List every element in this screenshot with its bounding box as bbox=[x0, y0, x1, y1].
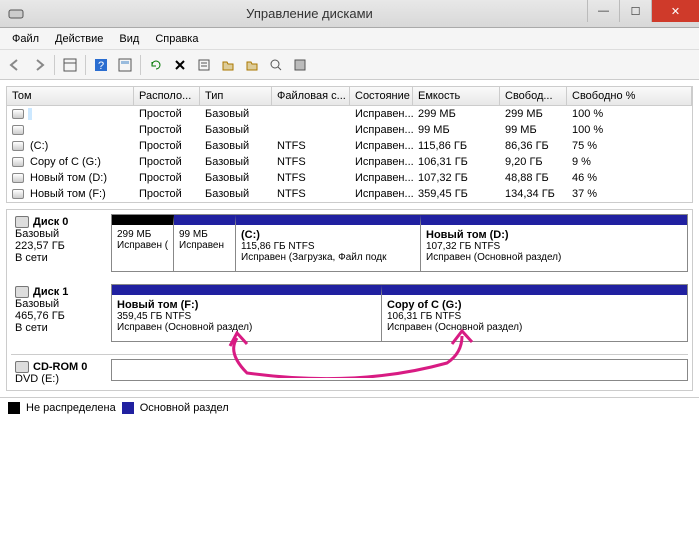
window-title: Управление дисками bbox=[32, 6, 587, 21]
table-row[interactable]: Copy of C (G:)ПростойБазовыйNTFSИсправен… bbox=[7, 154, 692, 170]
menu-file[interactable]: Файл bbox=[4, 31, 47, 47]
col-capacity[interactable]: Емкость bbox=[413, 87, 500, 105]
cdrom-row: CD-ROM 0 DVD (E:) bbox=[11, 354, 688, 387]
col-status[interactable]: Состояние bbox=[350, 87, 413, 105]
disk-row-0: Диск 0 Базовый 223,57 ГБ В сети 299 МБ И… bbox=[11, 214, 688, 272]
console-button[interactable] bbox=[114, 54, 136, 76]
open-button[interactable] bbox=[217, 54, 239, 76]
help-button[interactable]: ? bbox=[90, 54, 112, 76]
settings-button[interactable] bbox=[289, 54, 311, 76]
legend-primary-icon bbox=[122, 402, 134, 414]
volume-list: Том Располо... Тип Файловая с... Состоян… bbox=[6, 86, 693, 203]
table-row[interactable]: ПростойБазовыйИсправен...99 МБ99 МБ100 % bbox=[7, 122, 692, 138]
col-volume[interactable]: Том bbox=[7, 87, 134, 105]
menu-action[interactable]: Действие bbox=[47, 31, 111, 47]
table-row[interactable]: ПростойБазовыйИсправен...299 МБ299 МБ100… bbox=[7, 106, 692, 122]
menu-view[interactable]: Вид bbox=[111, 31, 147, 47]
hdd-icon bbox=[15, 216, 29, 228]
close-button[interactable]: ✕ bbox=[651, 0, 699, 22]
table-row[interactable]: (C:)ПростойБазовыйNTFSИсправен...115,86 … bbox=[7, 138, 692, 154]
disk-0-label[interactable]: Диск 0 Базовый 223,57 ГБ В сети bbox=[11, 214, 111, 272]
partition-0d[interactable]: Новый том (D:) 107,32 ГБ NTFS Исправен (… bbox=[421, 215, 687, 271]
partition-0a[interactable]: 299 МБ Исправен (Ра bbox=[112, 215, 174, 271]
col-filesystem[interactable]: Файловая с... bbox=[272, 87, 350, 105]
browse-button[interactable] bbox=[241, 54, 263, 76]
table-row[interactable]: Новый том (F:)ПростойБазовыйNTFSИсправен… bbox=[7, 186, 692, 202]
col-type[interactable]: Тип bbox=[200, 87, 272, 105]
col-free[interactable]: Свобод... bbox=[500, 87, 567, 105]
search-button[interactable] bbox=[265, 54, 287, 76]
properties-button[interactable] bbox=[193, 54, 215, 76]
disk-graphical-view: Диск 0 Базовый 223,57 ГБ В сети 299 МБ И… bbox=[6, 209, 693, 391]
disk-1-label[interactable]: Диск 1 Базовый 465,76 ГБ В сети bbox=[11, 284, 111, 342]
column-headers: Том Располо... Тип Файловая с... Состоян… bbox=[7, 87, 692, 106]
cdrom-icon bbox=[15, 361, 29, 373]
legend-primary-label: Основной раздел bbox=[140, 402, 229, 414]
view-button[interactable] bbox=[59, 54, 81, 76]
app-icon bbox=[8, 6, 24, 22]
disk-row-1: Диск 1 Базовый 465,76 ГБ В сети Новый то… bbox=[11, 284, 688, 342]
partition-0c[interactable]: (C:) 115,86 ГБ NTFS Исправен (Загрузка, … bbox=[236, 215, 421, 271]
legend: Не распределена Основной раздел bbox=[0, 397, 699, 418]
legend-unallocated-label: Не распределена bbox=[26, 402, 116, 414]
menu-bar: Файл Действие Вид Справка bbox=[0, 28, 699, 50]
col-freepct[interactable]: Свободно % bbox=[567, 87, 692, 105]
partition-1b[interactable]: Copy of C (G:) 106,31 ГБ NTFS Исправен (… bbox=[382, 285, 687, 341]
cdrom-label[interactable]: CD-ROM 0 DVD (E:) bbox=[11, 359, 111, 387]
legend-unallocated-icon bbox=[8, 402, 20, 414]
forward-button[interactable] bbox=[28, 54, 50, 76]
col-layout[interactable]: Располо... bbox=[134, 87, 200, 105]
delete-button[interactable] bbox=[169, 54, 191, 76]
svg-text:?: ? bbox=[98, 60, 104, 72]
maximize-button[interactable]: ☐ bbox=[619, 0, 651, 22]
menu-help[interactable]: Справка bbox=[147, 31, 206, 47]
back-button[interactable] bbox=[4, 54, 26, 76]
toolbar: ? bbox=[0, 50, 699, 80]
refresh-button[interactable] bbox=[145, 54, 167, 76]
minimize-button[interactable]: — bbox=[587, 0, 619, 22]
partition-1a[interactable]: Новый том (F:) 359,45 ГБ NTFS Исправен (… bbox=[112, 285, 382, 341]
table-row[interactable]: Новый том (D:)ПростойБазовыйNTFSИсправен… bbox=[7, 170, 692, 186]
partition-0b[interactable]: 99 МБ Исправен bbox=[174, 215, 236, 271]
hdd-icon bbox=[15, 286, 29, 298]
title-bar: Управление дисками — ☐ ✕ bbox=[0, 0, 699, 28]
